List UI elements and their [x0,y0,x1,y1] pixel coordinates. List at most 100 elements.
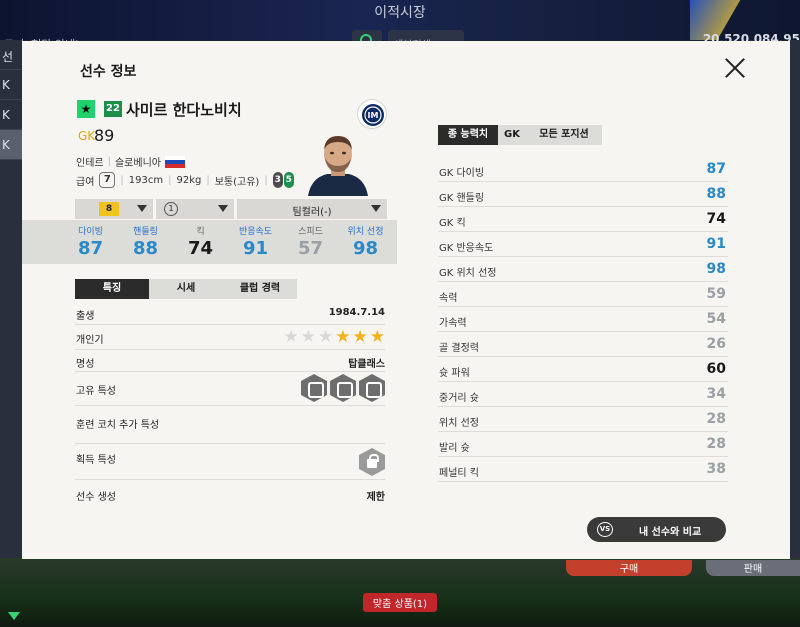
stat-row: 위치 선정 28 [438,407,728,432]
detail-row-acquired-traits: 획득 특성 [75,444,385,480]
list-item[interactable]: K [0,70,22,100]
tab-total-stats[interactable]: 종 능력치 [438,125,498,145]
stat-row: GK 반응속도 91 [438,232,728,257]
vs-icon: VS [597,522,613,537]
player-info-modal: 선수 정보 ★ 22 사미르 한다노비치 IM GK 89 인테르 | 슬로베니… [22,41,790,559]
stat-row: 페널티 킥 38 [438,457,728,482]
right-panel [790,40,800,560]
team-color-value: 팀컬러(-) [292,207,332,218]
key-stat-value: 98 [352,238,379,259]
key-stat: 반응속도 91 [228,220,283,264]
detail-row-traits: 고유 특성 [75,372,385,406]
player-ovr: 89 [94,126,115,145]
list-item[interactable]: 선 [0,40,22,70]
star-icon: ★ [318,327,334,347]
chevron-down-icon [371,205,381,212]
stat-value: 98 [706,261,726,277]
page-title: 이적시장 [374,5,426,21]
star-icon: ★ [283,327,299,347]
stat-row: 슛 파워 60 [438,357,728,382]
list-item[interactable]: K [0,100,22,130]
club-logo-icon: IM [357,99,387,129]
stat-value: 87 [706,161,726,177]
key-stats-bar: 다이빙 87 핸들링 88 킥 74 반응속도 91 스피드 57 위치 선정 … [22,220,397,264]
detail-label: 획득 특성 [76,455,116,466]
grade-dropdown[interactable]: 8 [75,199,153,219]
stat-value: 26 [706,336,726,352]
stat-value: 60 [706,361,726,377]
stat-list: GK 다이빙 87 GK 핸들링 88 GK 킥 74 GK 반응속도 91 GK 위치 선정 9… [438,157,728,482]
body-type: 보통(고유) [214,176,260,188]
club-name: 인테르 [76,158,104,169]
detail-label: 명성 [76,359,95,370]
key-stat-value: 88 [132,238,159,259]
stat-tabs: 종 능력치 GK 모든 포지션 [438,125,602,145]
season-badge: 22 [104,101,122,117]
key-stat-value: 87 [77,238,104,259]
favorite-star-icon[interactable]: ★ [77,100,95,118]
left-foot-value: 3 [272,172,283,188]
tab-price[interactable]: 시세 [149,279,223,299]
star-icon: ★ [335,327,351,347]
key-stat-label: 스피드 [298,227,323,237]
recommend-button[interactable]: 맞춤 상품(1) [362,593,438,612]
compare-button[interactable]: VS 내 선수와 비교 [587,517,726,542]
close-icon[interactable] [722,55,748,81]
stat-value: 38 [706,461,726,477]
trait-diamond-icon[interactable] [301,374,327,402]
tab-all-positions[interactable]: 모든 포지션 [526,125,602,145]
star-icon: ★ [369,327,385,347]
foot-rating: 3 5 [272,172,294,188]
trait-dive-icon[interactable] [359,374,385,402]
birth-date: 1984.7.14 [328,307,385,318]
list-item[interactable]: K [0,130,22,160]
player-portrait [303,126,373,196]
recommend-banner: 맞춤 상품(1) [0,592,800,612]
stat-value: 34 [706,386,726,402]
level-dropdown[interactable]: 1 [156,199,234,219]
key-stat-value: 91 [242,238,269,259]
detail-label: 선수 생성 [76,492,116,503]
tab-traits[interactable]: 특징 [75,279,149,299]
stat-value: 59 [706,286,726,302]
stat-name: GK 킥 [439,218,466,229]
stat-value: 91 [706,236,726,252]
buy-button[interactable]: 구매 [566,560,692,576]
stat-name: 위치 선정 [439,418,479,429]
key-stat: 스피드 57 [283,220,338,264]
lock-icon [359,448,385,476]
stat-value: 88 [706,186,726,202]
tab-club-history[interactable]: 클럽 경력 [223,279,297,299]
stat-name: GK 핸들링 [439,193,485,204]
club-nation-row: 인테르 | 슬로베니아 [76,154,185,169]
player-details: 출생 1984.7.14 개인기 ★ ★ ★ ★ ★ ★ 명성 탑클래스 고유 … [75,301,385,508]
wage-value: 7 [99,172,116,188]
stat-name: GK 다이빙 [439,168,485,179]
detail-label: 개인기 [76,335,104,346]
stat-name: 페널티 킥 [439,468,479,479]
key-stat-label: 다이빙 [78,227,103,237]
key-stat-label: 킥 [196,227,205,237]
stat-row: 골 결정력 26 [438,332,728,357]
enhancement-selectors: 8 1 팀컬러(-) [75,199,387,219]
trait-glove-icon[interactable] [330,374,356,402]
stat-name: 골 결정력 [439,343,479,354]
stat-name: 가속력 [439,318,467,329]
trait-icons [301,374,385,402]
stat-row: 속력 59 [438,282,728,307]
svg-text:IM: IM [368,111,379,120]
sell-button[interactable]: 판매 [706,560,800,576]
chevron-down-icon [218,205,228,212]
nation-name: 슬로베니아 [114,158,161,169]
level-value: 1 [164,202,178,216]
detail-row-coach-traits: 훈련 코치 추가 특성 [75,406,385,444]
menu-arrow-icon[interactable] [6,610,22,624]
team-color-dropdown[interactable]: 팀컬러(-) [237,199,387,219]
detail-label: 훈련 코치 추가 특성 [76,420,160,431]
stat-name: GK 반응속도 [439,243,494,254]
key-stat-label: 위치 선정 [347,227,384,237]
generation-value: 제한 [366,492,385,503]
tab-gk[interactable]: GK [498,125,526,145]
info-tabs: 특징 시세 클럽 경력 [75,279,297,299]
detail-label: 고유 특성 [76,386,116,397]
